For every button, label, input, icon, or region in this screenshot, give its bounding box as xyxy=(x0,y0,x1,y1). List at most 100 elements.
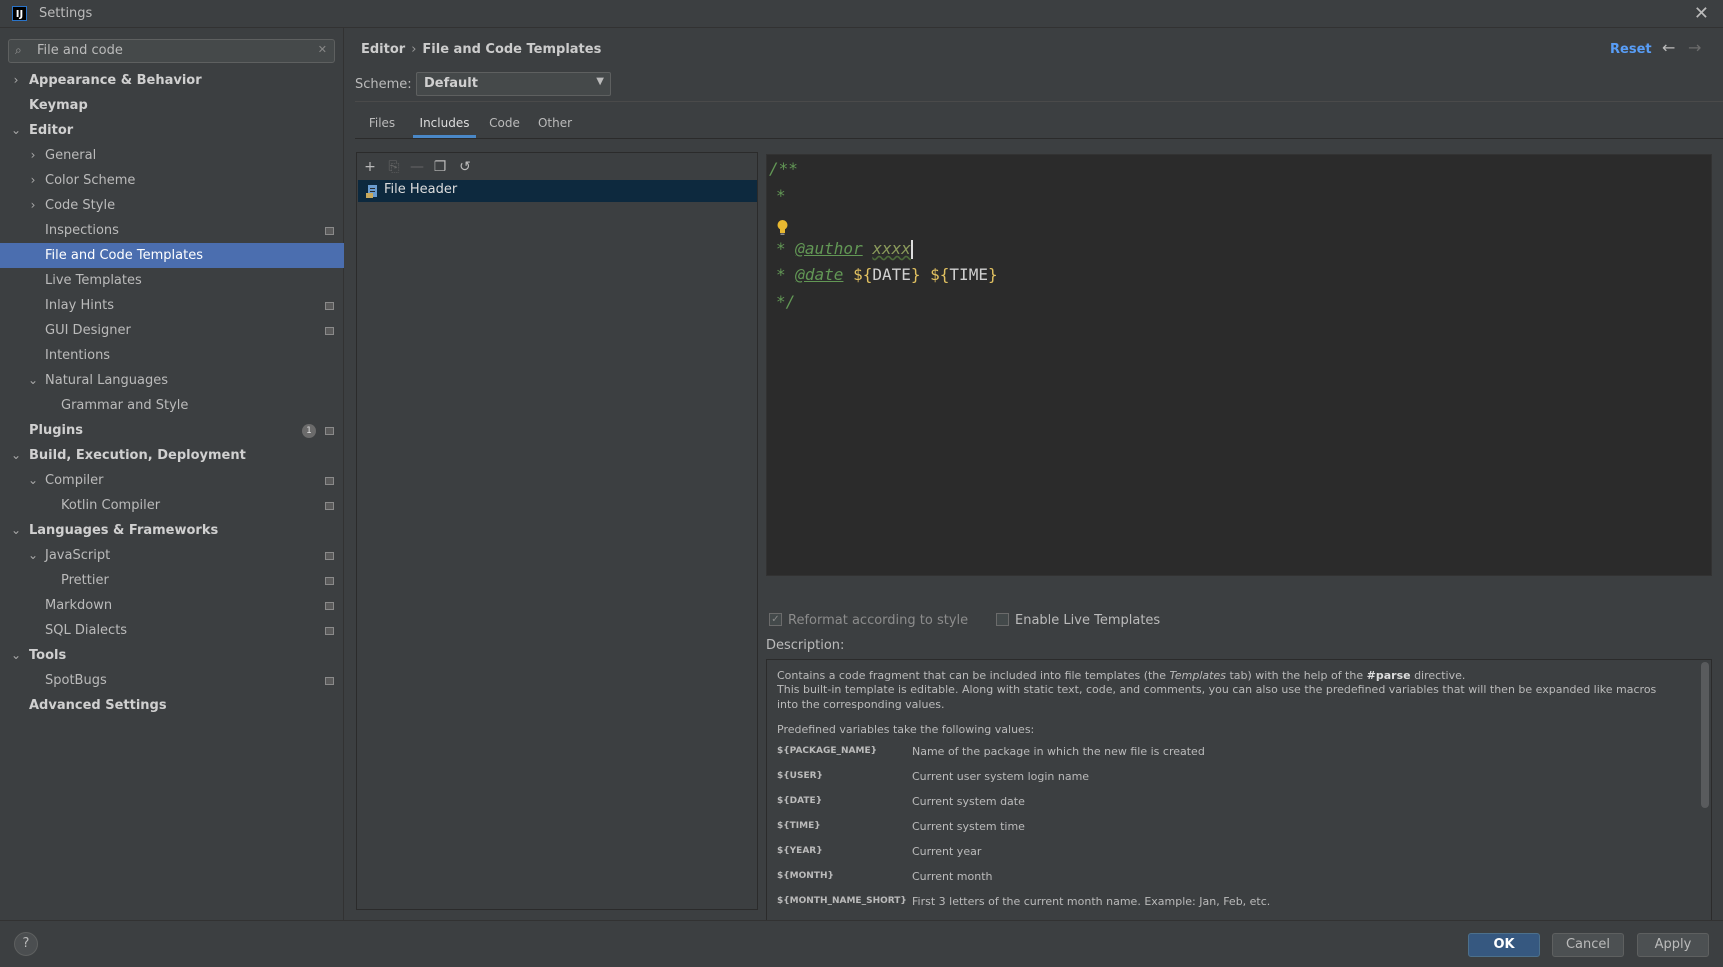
ok-button[interactable]: OK xyxy=(1468,933,1540,957)
sidebar-item-inlay-hints[interactable]: Inlay Hints xyxy=(0,293,344,318)
back-arrow-icon[interactable]: ← xyxy=(1662,38,1675,57)
variable-name: ${USER} xyxy=(777,771,823,781)
sidebar-item-code-style[interactable]: › Code Style xyxy=(0,193,344,218)
breadcrumb-parent[interactable]: Editor xyxy=(361,42,405,57)
project-scope-icon xyxy=(325,302,334,310)
sidebar-item-inspections[interactable]: Inspections xyxy=(0,218,344,243)
template-code-editor[interactable]: /** * * @author xxxx * @date ${DATE} ${T… xyxy=(766,154,1712,576)
sidebar-item-editor[interactable]: ⌄ Editor xyxy=(0,118,344,143)
chevron-right-icon[interactable]: › xyxy=(27,143,39,168)
sidebar-item-color-scheme[interactable]: › Color Scheme xyxy=(0,168,344,193)
sidebar-item-live-templates[interactable]: Live Templates xyxy=(0,268,344,293)
list-item-file-header[interactable]: File Header xyxy=(358,180,757,202)
copy-icon[interactable]: ❐ xyxy=(430,157,450,177)
variable-description: Current month xyxy=(912,870,993,883)
sidebar-item-languages-frameworks[interactable]: ⌄ Languages & Frameworks xyxy=(0,518,344,543)
scheme-dropdown[interactable]: Default ▼ xyxy=(416,72,611,96)
sidebar-item-advanced-settings[interactable]: Advanced Settings xyxy=(0,693,344,718)
project-scope-icon xyxy=(325,502,334,510)
sidebar-item-label: Languages & Frameworks xyxy=(29,523,219,538)
sidebar-item-grammar-and-style[interactable]: Grammar and Style xyxy=(0,393,344,418)
settings-search-input[interactable]: ⌕ File and code ✕ xyxy=(8,39,335,63)
variable-brace: } xyxy=(910,265,921,284)
sidebar-item-compiler[interactable]: ⌄ Compiler xyxy=(0,468,344,493)
reset-link[interactable]: Reset xyxy=(1610,42,1652,57)
template-list-panel: + ⎘ — ❐ ↺ File Header xyxy=(356,152,758,910)
checkbox-unchecked-icon[interactable] xyxy=(996,613,1009,626)
description-paragraph: Contains a code fragment that can be inc… xyxy=(777,668,1677,683)
sidebar-item-file-and-code-templates[interactable]: File and Code Templates xyxy=(0,243,344,268)
comment-token: * xyxy=(776,265,796,284)
sidebar-item-label: Intentions xyxy=(45,348,111,363)
chevron-right-icon[interactable]: › xyxy=(27,193,39,218)
chevron-down-icon[interactable]: ⌄ xyxy=(27,368,39,393)
sidebar-item-label: Kotlin Compiler xyxy=(61,498,161,513)
variable-description: Current system date xyxy=(912,795,1025,808)
project-scope-icon xyxy=(325,552,334,560)
breadcrumb-current: File and Code Templates xyxy=(422,42,602,57)
sidebar-item-natural-languages[interactable]: ⌄ Natural Languages xyxy=(0,368,344,393)
search-value[interactable]: File and code xyxy=(37,43,123,58)
sidebar-item-appearance-behavior[interactable]: › Appearance & Behavior xyxy=(0,68,344,93)
chevron-down-icon[interactable]: ⌄ xyxy=(10,518,22,543)
help-button[interactable]: ? xyxy=(14,932,38,956)
comment-token: * xyxy=(776,186,786,205)
sidebar-item-keymap[interactable]: Keymap xyxy=(0,93,344,118)
close-window-icon[interactable]: ✕ xyxy=(1694,3,1709,24)
description-text: #parse xyxy=(1366,669,1411,682)
chevron-down-icon[interactable]: ⌄ xyxy=(10,643,22,668)
project-scope-icon xyxy=(325,602,334,610)
tab-files[interactable]: Files xyxy=(360,112,404,138)
sidebar-item-label: JavaScript xyxy=(45,548,111,563)
sidebar-item-general[interactable]: › General xyxy=(0,143,344,168)
description-text: tab) with the help of the xyxy=(1225,669,1367,682)
chevron-down-icon[interactable]: ⌄ xyxy=(27,543,39,568)
variable-description: Current year xyxy=(912,845,982,858)
chevron-down-icon[interactable]: ⌄ xyxy=(27,468,39,493)
variable-name: ${TIME} xyxy=(777,821,821,831)
enable-live-templates-label: Enable Live Templates xyxy=(1015,613,1161,628)
description-scrollbar[interactable] xyxy=(1701,662,1709,808)
sidebar-item-label: Natural Languages xyxy=(45,373,169,388)
sidebar-item-prettier[interactable]: Prettier xyxy=(0,568,344,593)
sidebar-item-kotlin-compiler[interactable]: Kotlin Compiler xyxy=(0,493,344,518)
chevron-down-icon[interactable]: ⌄ xyxy=(10,443,22,468)
sidebar-item-javascript[interactable]: ⌄ JavaScript xyxy=(0,543,344,568)
sidebar-item-label: Markdown xyxy=(45,598,113,613)
tab-code[interactable]: Code xyxy=(482,112,527,138)
apply-button[interactable]: Apply xyxy=(1637,933,1709,957)
cancel-button[interactable]: Cancel xyxy=(1552,933,1624,957)
tab-other[interactable]: Other xyxy=(532,112,578,138)
sidebar-item-build-execution-deployment[interactable]: ⌄ Build, Execution, Deployment xyxy=(0,443,344,468)
chevron-right-icon[interactable]: › xyxy=(10,68,22,93)
sidebar-item-label: Keymap xyxy=(29,98,88,113)
project-scope-icon xyxy=(325,577,334,585)
lightbulb-icon[interactable] xyxy=(776,219,789,236)
sidebar-item-spotbugs[interactable]: SpotBugs xyxy=(0,668,344,693)
enable-live-templates-checkbox[interactable]: Enable Live Templates xyxy=(996,613,1160,628)
tab-includes[interactable]: Includes xyxy=(413,112,476,138)
javadoc-tag: @date xyxy=(795,265,844,284)
description-label: Description: xyxy=(766,638,845,653)
project-scope-icon xyxy=(325,477,334,485)
add-icon[interactable]: + xyxy=(360,157,380,177)
dialog-footer: ? OK Cancel Apply xyxy=(0,920,1723,967)
sidebar-item-label: SQL Dialects xyxy=(45,623,128,638)
sidebar-item-markdown[interactable]: Markdown xyxy=(0,593,344,618)
scheme-label: Scheme: xyxy=(355,77,412,92)
clear-search-icon[interactable]: ✕ xyxy=(318,43,327,56)
chevron-down-icon[interactable]: ⌄ xyxy=(10,118,22,143)
chevron-right-icon[interactable]: › xyxy=(27,168,39,193)
list-item-label: File Header xyxy=(384,182,458,197)
reformat-checkbox: ✓ Reformat according to style xyxy=(769,613,968,628)
variable-name: ${DATE} xyxy=(777,796,823,806)
title-bar: IJ Settings ✕ xyxy=(0,0,1723,28)
sidebar-item-label: Advanced Settings xyxy=(29,698,167,713)
sidebar-item-plugins[interactable]: Plugins 1 xyxy=(0,418,344,443)
sidebar-item-sql-dialects[interactable]: SQL Dialects xyxy=(0,618,344,643)
sidebar-item-gui-designer[interactable]: GUI Designer xyxy=(0,318,344,343)
sidebar-item-intentions[interactable]: Intentions xyxy=(0,343,344,368)
sidebar-item-tools[interactable]: ⌄ Tools xyxy=(0,643,344,668)
sidebar-item-label: Inlay Hints xyxy=(45,298,114,313)
reset-template-icon[interactable]: ↺ xyxy=(455,157,475,177)
